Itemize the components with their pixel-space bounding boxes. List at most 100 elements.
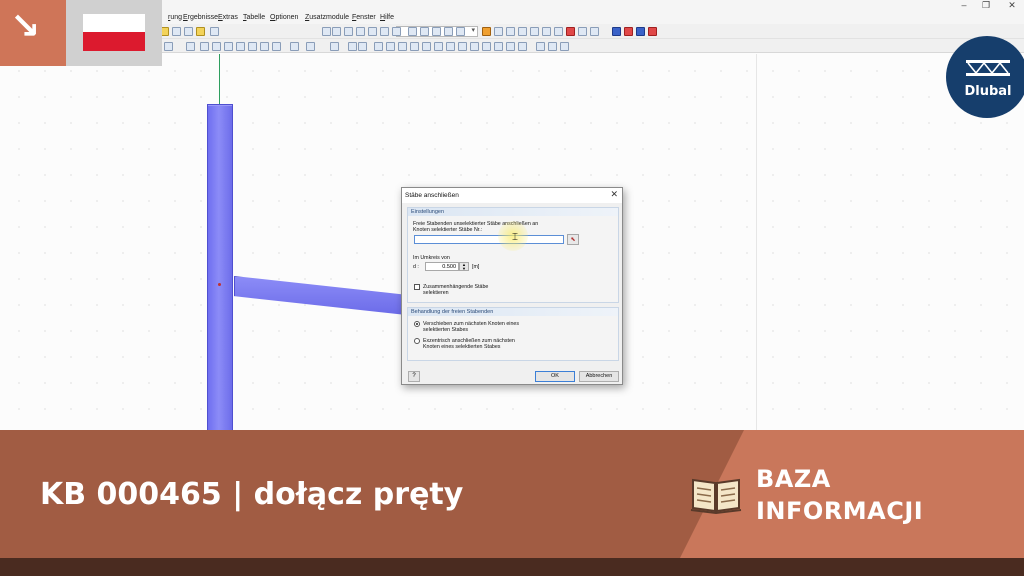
mouse-cursor-icon: ⌶: [512, 232, 518, 243]
filter-icon[interactable]: [482, 27, 491, 36]
menu-item-berechnung[interactable]: rung: [168, 14, 182, 21]
node-icon[interactable]: [420, 27, 429, 36]
member-numbers-input[interactable]: [414, 235, 564, 244]
help-button[interactable]: ?: [408, 371, 420, 382]
next-icon[interactable]: [332, 27, 341, 36]
info-icon[interactable]: [636, 27, 645, 36]
layers-icon[interactable]: [536, 42, 545, 51]
circle-icon[interactable]: [236, 42, 245, 51]
view-y-icon[interactable]: [386, 42, 395, 51]
mirror-icon[interactable]: [542, 27, 551, 36]
column-member[interactable]: [207, 106, 233, 430]
eccentric-connect-label-line2: Knoten eines selektierten Stabes: [423, 344, 501, 350]
ok-button[interactable]: OK: [535, 371, 575, 382]
module-alt-icon[interactable]: [624, 27, 633, 36]
zoom-icon[interactable]: [356, 27, 365, 36]
connect-prompt-line2: Knoten selektierter Stäbe Nr.:: [413, 227, 483, 233]
solid-view-icon[interactable]: [434, 42, 443, 51]
grid-line: [756, 54, 757, 430]
knowledge-base-label-line1: BAZA: [756, 465, 831, 493]
menu-item-optionen[interactable]: Optionen: [270, 14, 298, 21]
solid-icon[interactable]: [456, 27, 465, 36]
move-to-node-radio[interactable]: [414, 321, 420, 327]
surface-icon[interactable]: [444, 27, 453, 36]
ellipse-icon[interactable]: [248, 42, 257, 51]
isometric-icon[interactable]: [358, 42, 367, 51]
lines-icon[interactable]: [186, 42, 195, 51]
dialog-close-icon[interactable]: ✕: [610, 189, 618, 200]
pick-member-icon: ⬉: [570, 237, 576, 243]
measure-icon[interactable]: [494, 42, 503, 51]
guide-icon[interactable]: [330, 42, 339, 51]
eccentric-connect-radio[interactable]: [414, 338, 420, 344]
free-ends-group-header: Behandlung der freien Stabenden: [408, 308, 618, 316]
nurbs-icon[interactable]: [272, 42, 281, 51]
connected-members-checkbox[interactable]: [414, 284, 420, 290]
visibility-icon[interactable]: [348, 42, 357, 51]
toolbar-main: [160, 24, 1024, 39]
close-window-button[interactable]: ✕: [1004, 0, 1020, 11]
view-x-icon[interactable]: [374, 42, 383, 51]
book-icon: [690, 478, 742, 514]
restore-button[interactable]: ❐: [978, 0, 994, 11]
properties-icon[interactable]: [548, 42, 557, 51]
calculate-icon[interactable]: [392, 27, 401, 36]
pick-member-button[interactable]: ⬉: [567, 234, 579, 245]
print-icon[interactable]: [184, 27, 193, 36]
graph-icon[interactable]: [530, 27, 539, 36]
poland-flag-red-stripe: [83, 32, 145, 51]
clip-icon[interactable]: [482, 42, 491, 51]
section-cut-icon[interactable]: [470, 42, 479, 51]
module-icon[interactable]: [612, 27, 621, 36]
minimize-button[interactable]: –: [956, 0, 972, 10]
parabola-icon[interactable]: [260, 42, 269, 51]
d-spin-button[interactable]: ▲ ▼: [459, 262, 469, 271]
view-icon[interactable]: [368, 27, 377, 36]
hidden-icon[interactable]: [458, 42, 467, 51]
arrow-down-right-icon: ↘: [10, 6, 41, 47]
dlubal-logo-icon: [946, 36, 1024, 118]
rotate-icon[interactable]: [554, 27, 563, 36]
menu-item-extras[interactable]: Extras: [218, 14, 238, 21]
comment-icon[interactable]: [306, 42, 315, 51]
move-icon[interactable]: [590, 27, 599, 36]
copy-icon[interactable]: [578, 27, 587, 36]
delete-icon[interactable]: [566, 27, 575, 36]
help-toolbar-icon[interactable]: [648, 27, 657, 36]
poland-flag-icon: [83, 14, 145, 32]
results-icon[interactable]: [344, 27, 353, 36]
menu-item-fenster[interactable]: Fenster: [352, 14, 376, 21]
model-icon[interactable]: [210, 27, 219, 36]
table-icon[interactable]: [196, 27, 205, 36]
polyline-icon[interactable]: [212, 42, 221, 51]
grid-icon[interactable]: [518, 42, 527, 51]
support-icon[interactable]: [506, 27, 515, 36]
d-value-input[interactable]: 0.500: [425, 262, 459, 271]
wireframe-icon[interactable]: [422, 42, 431, 51]
view-z-icon[interactable]: [398, 42, 407, 51]
menu-item-ergebnisse[interactable]: Ergebnisse: [183, 14, 218, 21]
display-icon[interactable]: [408, 27, 417, 36]
menu-item-tabelle[interactable]: Tabelle: [243, 14, 265, 21]
arc-icon[interactable]: [200, 42, 209, 51]
spline-icon[interactable]: [224, 42, 233, 51]
connect-members-dialog: Stäbe anschließen ✕ Einstellungen Freie …: [401, 187, 623, 385]
page-title: KB 000465 | dołącz pręty: [40, 477, 464, 512]
save-icon[interactable]: [172, 27, 181, 36]
load-icon[interactable]: [518, 27, 527, 36]
snap-icon[interactable]: [506, 42, 515, 51]
node-marker[interactable]: [218, 283, 221, 286]
select-icon[interactable]: [164, 42, 173, 51]
view-reset-icon[interactable]: [410, 42, 419, 51]
member-icon[interactable]: [432, 27, 441, 36]
section-icon[interactable]: [494, 27, 503, 36]
toolbar-secondary: [160, 39, 1024, 53]
previous-icon[interactable]: [322, 27, 331, 36]
panel-icon[interactable]: [560, 42, 569, 51]
menu-item-zusatzmodule[interactable]: Zusatzmodule: [305, 14, 349, 21]
dimension-icon[interactable]: [290, 42, 299, 51]
cancel-button[interactable]: Abbrechen: [579, 371, 619, 382]
transparent-icon[interactable]: [446, 42, 455, 51]
menu-item-hilfe[interactable]: Hilfe: [380, 14, 394, 21]
render-icon[interactable]: [380, 27, 389, 36]
